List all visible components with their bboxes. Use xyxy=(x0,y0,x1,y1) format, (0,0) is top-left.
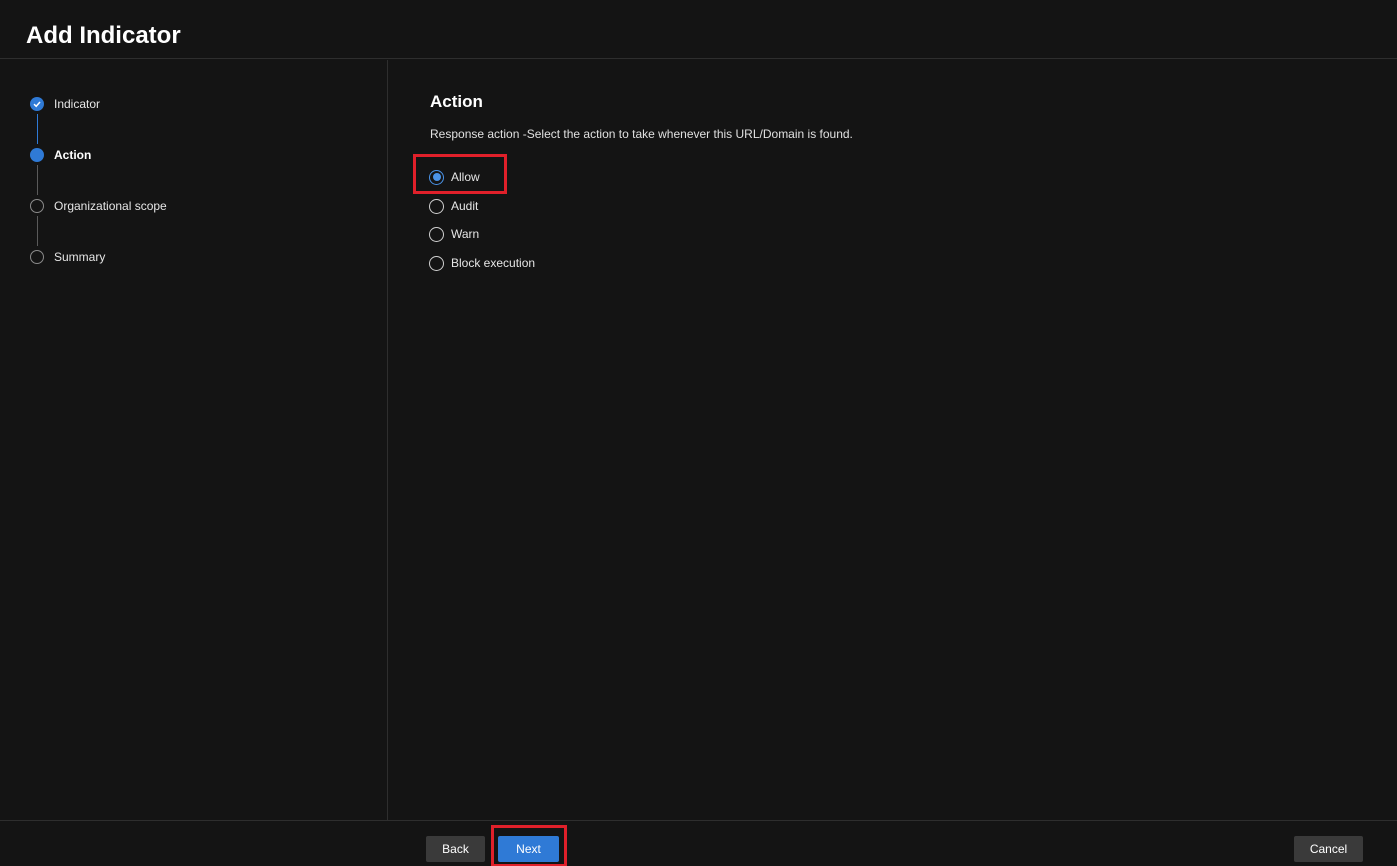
step-connector xyxy=(37,165,38,195)
radio-label: Warn xyxy=(451,227,480,241)
step-label: Action xyxy=(54,148,92,162)
footer: Back Next Cancel xyxy=(0,820,1397,866)
step-label: Indicator xyxy=(54,97,101,111)
radio-unselected-icon xyxy=(429,255,444,271)
next-button[interactable]: Next xyxy=(498,836,559,862)
section-description: Response action -Select the action to ta… xyxy=(430,127,853,141)
page-title: Add Indicator xyxy=(26,22,181,49)
radio-unselected-icon xyxy=(429,198,444,214)
pending-step-icon xyxy=(30,199,44,213)
radio-option-allow[interactable]: Allow xyxy=(429,167,480,187)
radio-selected-icon xyxy=(429,169,444,185)
radio-label: Block execution xyxy=(451,256,536,270)
section-title: Action xyxy=(430,92,483,111)
radio-label: Allow xyxy=(451,170,480,184)
radio-option-warn[interactable]: Warn xyxy=(429,224,479,244)
step-label: Summary xyxy=(54,250,106,264)
wizard-steps-sidebar: Indicator Action Organizational scope Su… xyxy=(0,60,388,820)
step-action[interactable]: Action xyxy=(30,145,91,165)
step-indicator[interactable]: Indicator xyxy=(30,94,100,114)
radio-label: Audit xyxy=(451,199,479,213)
header: Add Indicator xyxy=(0,0,1397,59)
step-connector xyxy=(37,216,38,246)
radio-option-audit[interactable]: Audit xyxy=(429,196,478,216)
cancel-button[interactable]: Cancel xyxy=(1294,836,1363,862)
action-panel: Action Response action -Select the actio… xyxy=(389,60,1397,820)
back-button[interactable]: Back xyxy=(426,836,485,862)
pending-step-icon xyxy=(30,250,44,264)
step-label: Organizational scope xyxy=(54,199,167,213)
step-connector xyxy=(37,114,38,144)
radio-unselected-icon xyxy=(429,226,444,242)
step-organizational-scope[interactable]: Organizational scope xyxy=(30,196,167,216)
radio-option-block-execution[interactable]: Block execution xyxy=(429,253,535,273)
current-step-icon xyxy=(30,148,44,162)
step-summary[interactable]: Summary xyxy=(30,247,105,267)
checkmark-icon xyxy=(30,97,44,111)
add-indicator-wizard: Add Indicator Indicator Action Organizat… xyxy=(0,0,1397,866)
